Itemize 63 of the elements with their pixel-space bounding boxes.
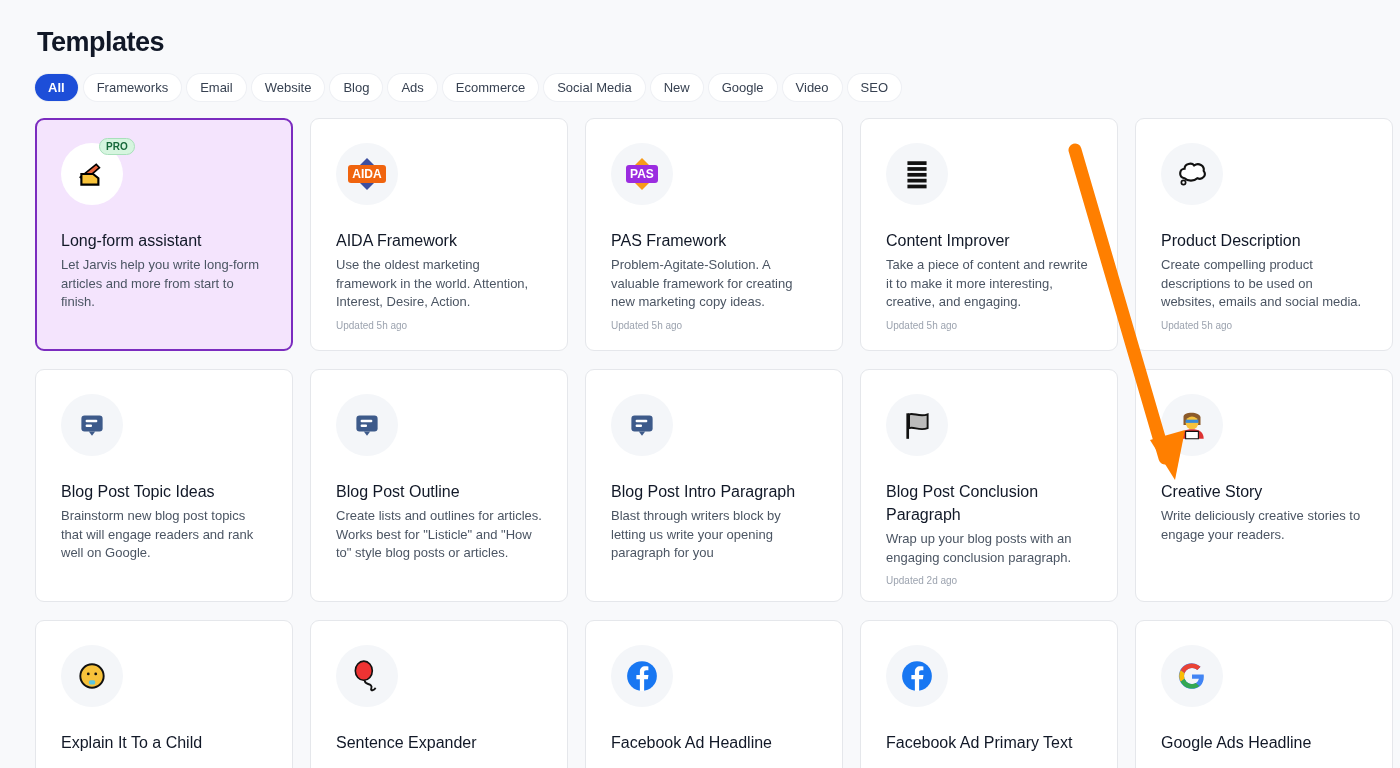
template-card[interactable]: Explain It To a Child [35, 620, 293, 768]
updated-time: Updated 5h ago [1161, 319, 1233, 331]
filter-tab[interactable]: Blog [330, 74, 383, 101]
logo-label: AIDA [348, 165, 386, 183]
template-description: Create compelling product descriptions to be used on websites, emails and social media. [1161, 256, 1363, 311]
template-description: Write deliciously creative stories to engage your readers. [1161, 507, 1362, 544]
template-description: Use the oldest marketing framework in the world. Attention, Interest, Desire, Action. [336, 256, 530, 311]
template-description: Take a piece of content and rewrite it to make it more interesting, creative, and engaging. [886, 256, 1089, 311]
filter-tab[interactable]: Ads [388, 74, 437, 101]
filter-tab[interactable]: Frameworks [83, 74, 182, 101]
template-card[interactable]: Facebook Ad Primary Text [860, 620, 1118, 768]
template-description: Let Jarvis help you write long-form articles and more from start to finish. [61, 256, 260, 311]
pro-badge: PRO [99, 138, 135, 155]
template-card[interactable]: Facebook Ad Headline [585, 620, 843, 768]
template-card[interactable]: Content Improver Take a piece of content and rewrite it to make it more interesting, creative, and engaging. Updated 5h ago [860, 118, 1118, 351]
template-title: Explain It To a Child [61, 733, 203, 753]
filter-tab[interactable]: SEO [847, 74, 902, 101]
template-title: Creative Story [1161, 482, 1263, 502]
filter-tab[interactable]: All [35, 74, 78, 101]
template-card[interactable]: Product Description Create compelling product descriptions to be used on websites, emails and social media. Updated 5h ago [1135, 118, 1393, 351]
updated-time: Updated 5h ago [611, 319, 683, 331]
template-description: Blast through writers block by letting us write your opening paragraph for you [611, 507, 782, 562]
template-card[interactable]: Google Ads Headline [1135, 620, 1393, 768]
filter-tab[interactable]: Email [187, 74, 246, 101]
template-card[interactable]: Creative Story Write deliciously creative stories to engage your readers. [1135, 369, 1393, 602]
updated-time: Updated 2d ago [886, 575, 958, 586]
updated-time: Updated 5h ago [886, 319, 958, 331]
template-card[interactable]: Blog Post Topic Ideas Brainstorm new blog post topics that will engage readers and rank well on Google. [35, 369, 293, 602]
logo-label: PAS [626, 165, 658, 183]
template-title: Long-form assistant [61, 231, 202, 251]
facebook-icon [900, 659, 934, 693]
updated-time: Updated 5h ago [336, 319, 408, 331]
template-card[interactable]: Blog Post Intro Paragraph Blast through writers block by letting us write your opening paragraph for you [585, 369, 843, 602]
template-card[interactable]: Sentence Expander [310, 620, 568, 768]
template-description: Problem-Agitate-Solution. A valuable framework for creating new marketing copy ideas. [611, 256, 794, 311]
template-description: Wrap up your blog posts with an engaging conclusion paragraph. [886, 530, 1073, 567]
template-card[interactable]: Blog Post Conclusion Paragraph Wrap up your blog posts with an engaging conclusion paragraph. Updated 2d ago [860, 369, 1118, 602]
filter-tab[interactable]: Website [251, 74, 325, 101]
template-title: Sentence Expander [336, 733, 477, 753]
filter-tab[interactable]: Social Media [544, 74, 645, 101]
template-title: PAS Framework [611, 231, 727, 251]
template-title: Product Description [1161, 231, 1301, 251]
filter-tab[interactable]: Video [782, 74, 842, 101]
template-title: Content Improver [886, 231, 1010, 251]
filter-tab[interactable]: Ecommerce [442, 74, 539, 101]
template-title: AIDA Framework [336, 231, 457, 251]
template-title: Facebook Ad Primary Text [886, 733, 1073, 753]
template-card[interactable]: PAS PAS Framework Problem-Agitate-Solution. A valuable framework for creating new marketing copy ideas. Updated 5h ago [585, 118, 843, 351]
template-description: Create lists and outlines for articles. Works best for "Listicle" and "How to" style blog posts or articles. [336, 507, 542, 562]
template-title: Blog Post Intro Paragraph [611, 482, 796, 502]
template-card[interactable]: AIDA AIDA Framework Use the oldest marketing framework in the world. Attention, Interest, Desire, Action. Updated 5h ago [310, 118, 568, 351]
template-description: Brainstorm new blog post topics that will engage readers and rank well on Google. [61, 507, 255, 562]
page-title: Templates [37, 27, 166, 58]
filter-tab[interactable]: New [650, 74, 703, 101]
template-title: Blog Post Outline [336, 482, 460, 502]
template-title: Google Ads Headline [1161, 733, 1312, 753]
template-title: Blog Post Topic Ideas [61, 482, 215, 502]
template-title: Facebook Ad Headline [611, 733, 772, 753]
facebook-icon [625, 659, 659, 693]
template-title: Blog Post Conclusion Paragraph [886, 482, 1040, 525]
template-card[interactable]: PRO Long-form assistant Let Jarvis help you write long-form articles and more from start to finish. [35, 118, 293, 351]
template-card[interactable]: Blog Post Outline Create lists and outlines for articles. Works best for "Listicle" and "How to" style blog posts or articles. [310, 369, 568, 602]
filter-tab[interactable]: Google [708, 74, 777, 101]
